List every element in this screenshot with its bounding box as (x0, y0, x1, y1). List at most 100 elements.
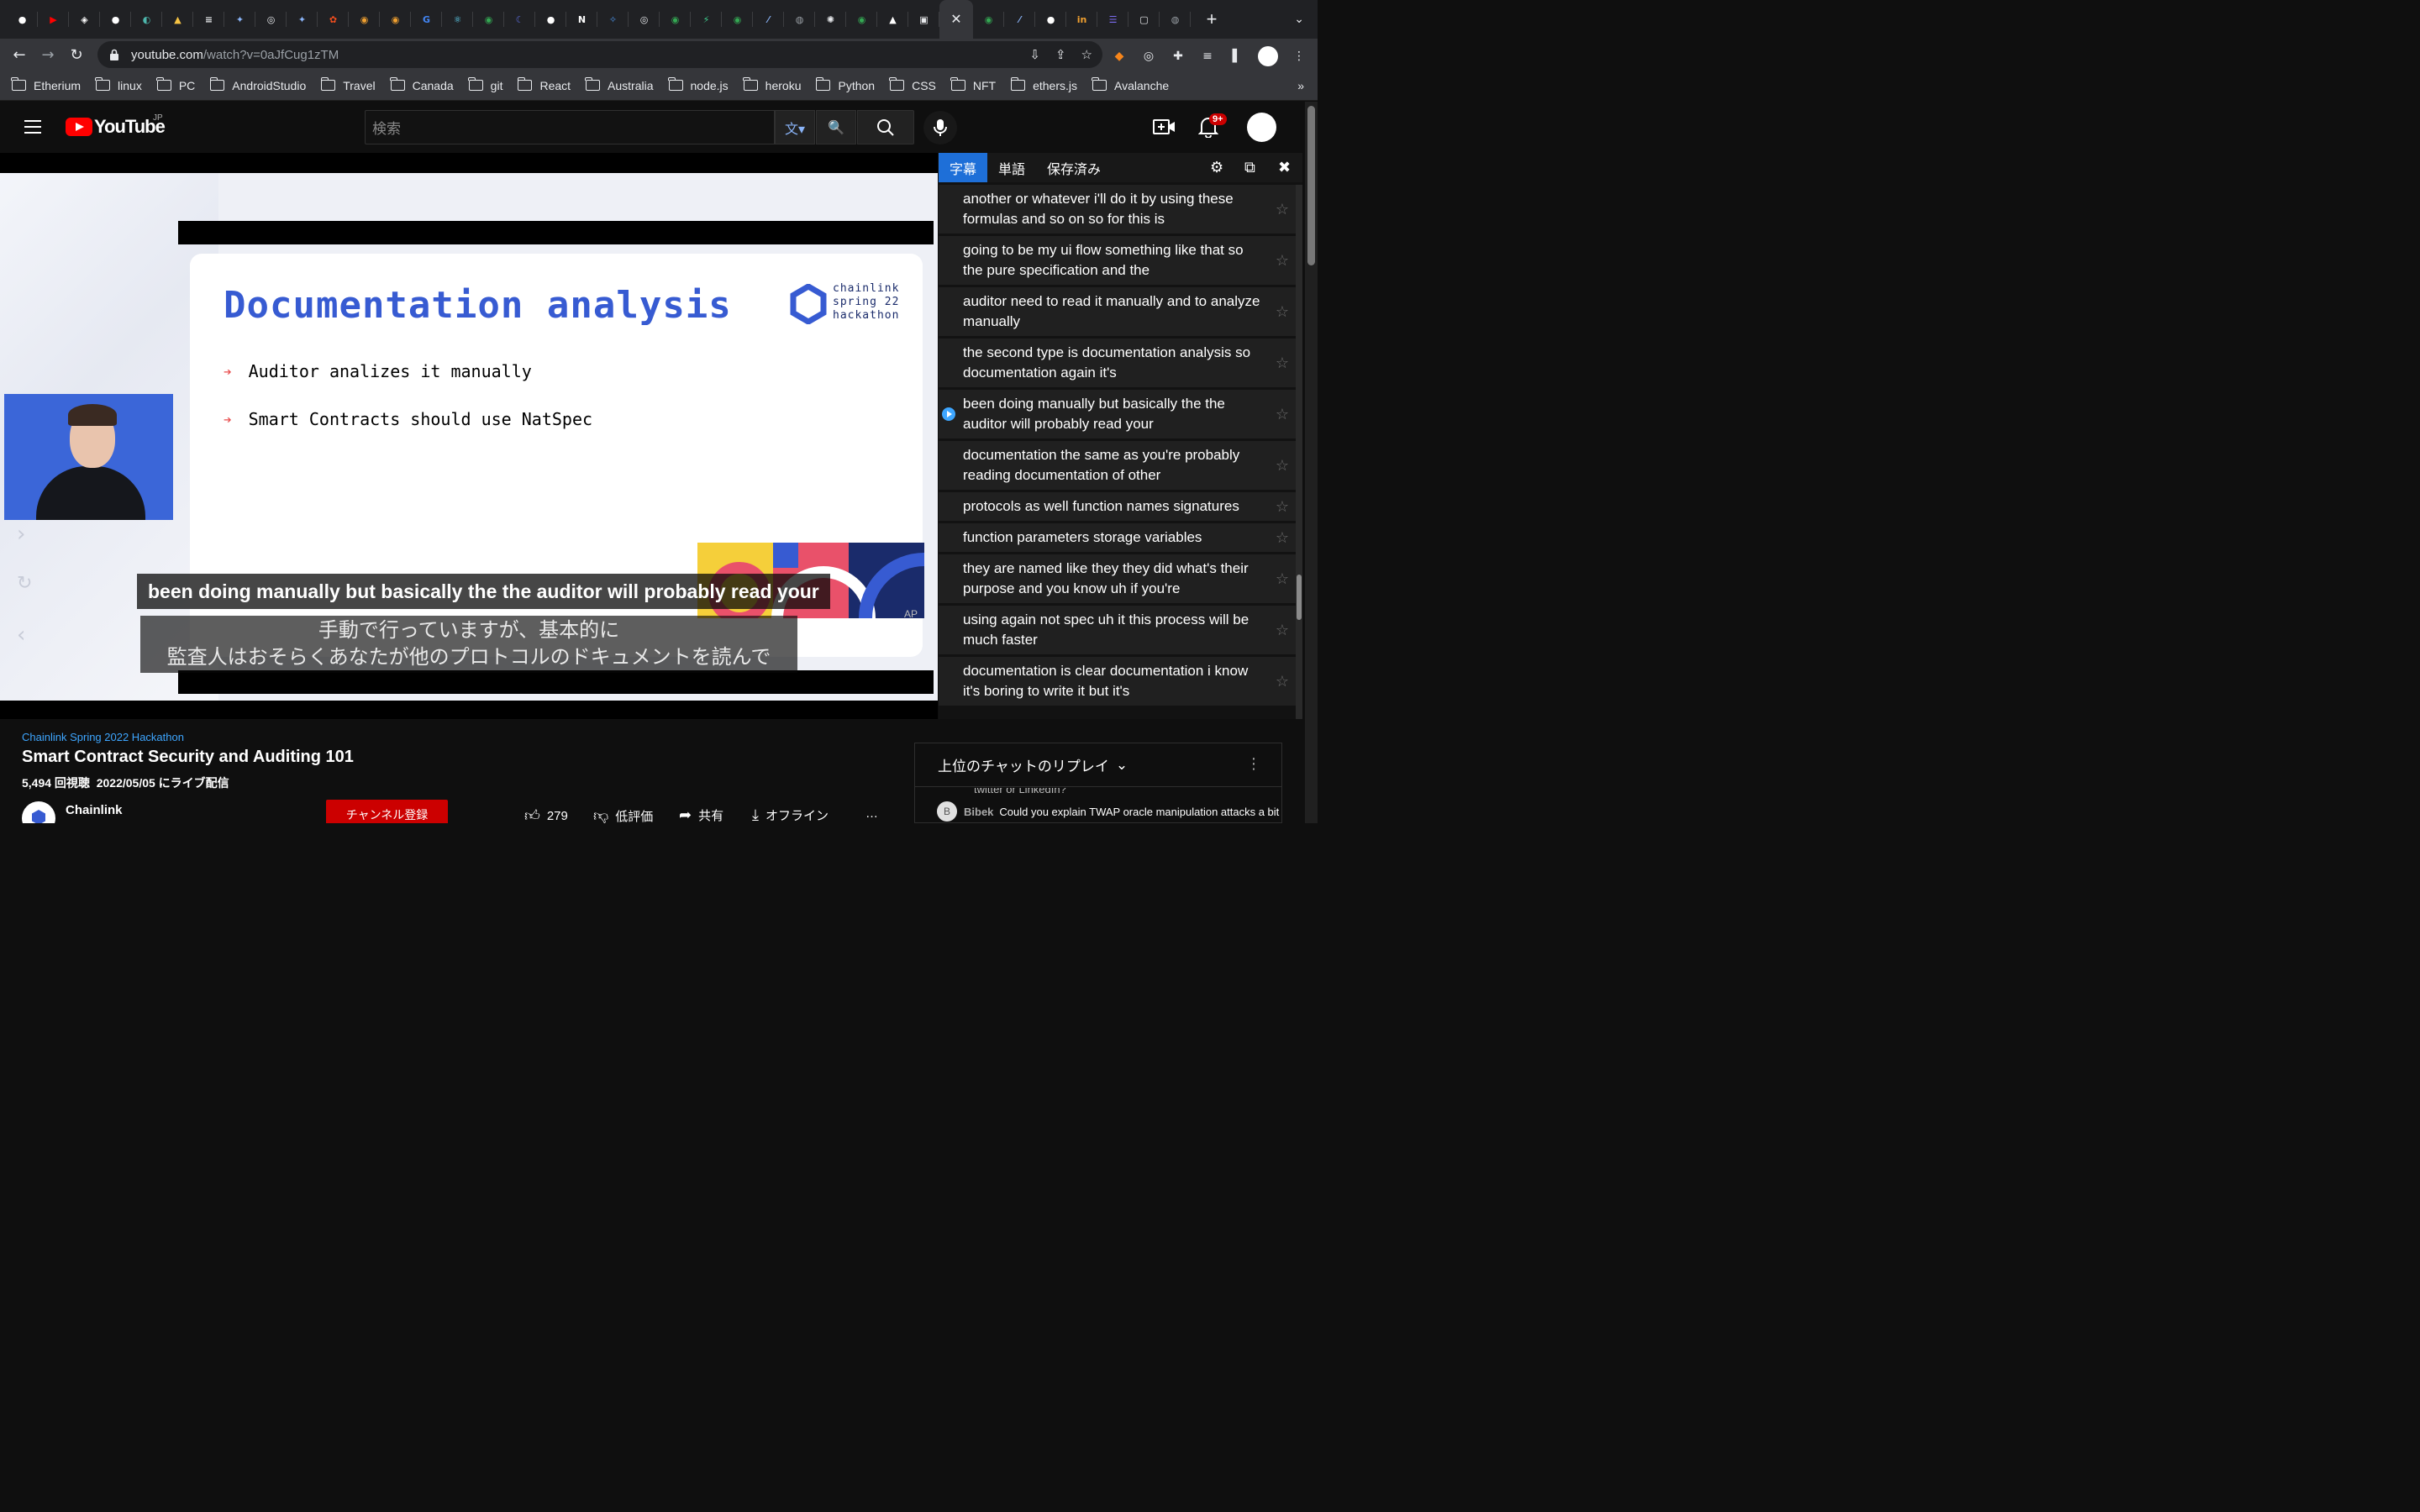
bookmark-star-icon[interactable]: ☆ (1081, 47, 1092, 62)
chat-header[interactable]: 上位のチャットのリプレイ ⌄ (915, 743, 1281, 787)
bookmark-folder[interactable]: CSS (889, 77, 936, 92)
browser-tab[interactable]: ◍ (1160, 0, 1191, 39)
browser-tab[interactable]: ▢ (1128, 0, 1160, 39)
voice-search-button[interactable] (923, 111, 957, 144)
tab-search-icon[interactable]: ⌄ (1294, 12, 1304, 26)
browser-tab[interactable]: ● (1035, 0, 1066, 39)
page-scrollbar-thumb[interactable] (1307, 106, 1315, 265)
channel-avatar[interactable] (22, 801, 55, 823)
subtitle-scrollbar-thumb[interactable] (1297, 575, 1302, 620)
subtitle-line[interactable]: going to be my ui flow something like th… (939, 236, 1296, 285)
autoplay-label[interactable]: AP (904, 608, 918, 620)
subtitle-line[interactable]: using again not spec uh it this process … (939, 606, 1296, 654)
star-icon[interactable]: ☆ (1276, 200, 1289, 220)
next-arrow-icon[interactable]: › (17, 522, 25, 547)
browser-tab[interactable]: ▶ (38, 0, 69, 39)
share-page-icon[interactable]: ⇪ (1055, 47, 1066, 62)
bookmark-folder[interactable]: AndroidStudio (209, 77, 306, 92)
star-icon[interactable]: ☆ (1276, 354, 1289, 374)
side-panel-icon[interactable]: ▌ (1228, 48, 1245, 65)
browser-tab[interactable]: ✧ (597, 0, 629, 39)
browser-tab[interactable]: ◍ (784, 0, 815, 39)
bookmark-folder[interactable]: Python (815, 77, 875, 92)
browser-tab[interactable]: ⚡ (691, 0, 722, 39)
star-icon[interactable]: ☆ (1276, 672, 1289, 692)
star-icon[interactable]: ☆ (1276, 251, 1289, 271)
youtube-logo[interactable]: YouTube JP (66, 113, 166, 138)
browser-tab[interactable]: ✺ (815, 0, 846, 39)
browser-tab[interactable]: ◎ (255, 0, 287, 39)
browser-tab[interactable]: ⁄ (753, 0, 784, 39)
browser-tab[interactable]: ▣ (908, 0, 939, 39)
star-icon[interactable]: ☆ (1276, 621, 1289, 641)
bookmark-folder[interactable]: ethers.js (1010, 77, 1077, 92)
download-button[interactable]: ⤓ オフライン (752, 806, 829, 823)
search-button[interactable] (857, 110, 914, 144)
star-icon[interactable]: ☆ (1276, 570, 1289, 590)
close-panel-icon[interactable]: ✖ (1278, 159, 1291, 176)
tab-subtitles[interactable]: 字幕 (939, 153, 988, 182)
browser-tab[interactable]: ◉ (380, 0, 411, 39)
close-tab-icon[interactable]: ✕ (950, 11, 961, 28)
translate-tool-button[interactable]: 文▾ (775, 110, 815, 144)
new-tab-button[interactable]: + (1199, 8, 1224, 30)
channel-name[interactable]: Chainlink (66, 803, 123, 817)
more-actions-button[interactable]: … (865, 806, 878, 821)
browser-tab[interactable]: ⚛ (442, 0, 473, 39)
like-button[interactable]: 👍︎ 279 (524, 806, 568, 823)
video-player[interactable]: Documentation analysis chainlink spring … (0, 153, 938, 719)
subtitle-line[interactable]: protocols as well function names signatu… (939, 492, 1296, 521)
browser-tab[interactable]: ☾ (504, 0, 535, 39)
tab-saved[interactable]: 保存済み (1036, 153, 1112, 182)
profile-avatar[interactable] (1258, 46, 1278, 66)
browser-tab[interactable]: ▲ (162, 0, 193, 39)
search-input[interactable]: 検索 (365, 110, 775, 144)
browser-tab[interactable]: ◉ (722, 0, 753, 39)
browser-tab[interactable]: ✦ (287, 0, 318, 39)
bookmark-folder[interactable]: Avalanche (1092, 77, 1169, 92)
address-bar[interactable]: youtube.com/watch?v=0aJfCug1zTM ⇩ ⇪ ☆ (97, 41, 1102, 68)
back-icon[interactable]: ← (5, 46, 34, 64)
create-video-button[interactable] (1153, 118, 1176, 140)
install-app-icon[interactable]: ⇩ (1029, 47, 1040, 62)
browser-tab[interactable]: ✦ (224, 0, 255, 39)
target-extension-icon[interactable]: ◎ (1140, 48, 1157, 65)
chat-menu-icon[interactable]: ⋮ (1246, 755, 1261, 773)
browser-menu-icon[interactable]: ⋮ (1291, 48, 1307, 65)
star-icon[interactable]: ☆ (1276, 497, 1289, 517)
bookmark-folder[interactable]: Travel (320, 77, 376, 92)
bookmarks-overflow-button[interactable]: » (1297, 79, 1304, 92)
bookmark-folder[interactable]: Etherium (11, 77, 81, 92)
browser-tab[interactable]: ◉ (473, 0, 504, 39)
browser-tab[interactable]: ☰ (1097, 0, 1128, 39)
subtitle-line[interactable]: they are named like they they did what's… (939, 554, 1296, 603)
browser-tab[interactable]: ≡ (193, 0, 224, 39)
browser-tab[interactable]: in (1066, 0, 1097, 39)
dislike-button[interactable]: 👎︎ 低評価 (593, 806, 653, 823)
subtitle-scrollbar[interactable] (1296, 185, 1302, 719)
bookmark-folder[interactable]: git (468, 77, 502, 92)
browser-tab[interactable]: G (411, 0, 442, 39)
browser-tab[interactable]: ⁄ (1004, 0, 1035, 39)
subtitle-line-active[interactable]: been doing manually but basically the th… (939, 390, 1296, 438)
account-avatar[interactable] (1247, 113, 1276, 142)
browser-tab[interactable]: ◈ (69, 0, 100, 39)
subscribe-button[interactable]: チャンネル登録 (326, 800, 448, 823)
subtitle-line[interactable]: the second type is documentation analysi… (939, 339, 1296, 387)
replay-icon[interactable]: ↻ (17, 573, 32, 594)
browser-tab[interactable]: N (566, 0, 597, 39)
previous-arrow-icon[interactable]: ‹ (17, 622, 25, 648)
browser-tab[interactable]: ✿ (318, 0, 349, 39)
tab-active[interactable]: ✕ (939, 0, 973, 39)
subtitle-line[interactable]: documentation the same as you're probabl… (939, 441, 1296, 490)
browser-tab[interactable]: ▲ (877, 0, 908, 39)
subtitle-line[interactable]: another or whatever i'll do it by using … (939, 185, 1296, 234)
bookmark-folder[interactable]: heroku (743, 77, 801, 92)
bookmark-folder[interactable]: PC (156, 77, 195, 92)
subtitle-line[interactable]: auditor need to read it manually and to … (939, 287, 1296, 336)
extensions-puzzle-icon[interactable]: ✚ (1170, 48, 1186, 65)
pop-out-icon[interactable]: ⧉ (1244, 159, 1255, 176)
subtitle-line[interactable]: documentation is clear documentation i k… (939, 657, 1296, 706)
bookmark-folder[interactable]: Australia (585, 77, 654, 92)
browser-tab[interactable]: ● (100, 0, 131, 39)
